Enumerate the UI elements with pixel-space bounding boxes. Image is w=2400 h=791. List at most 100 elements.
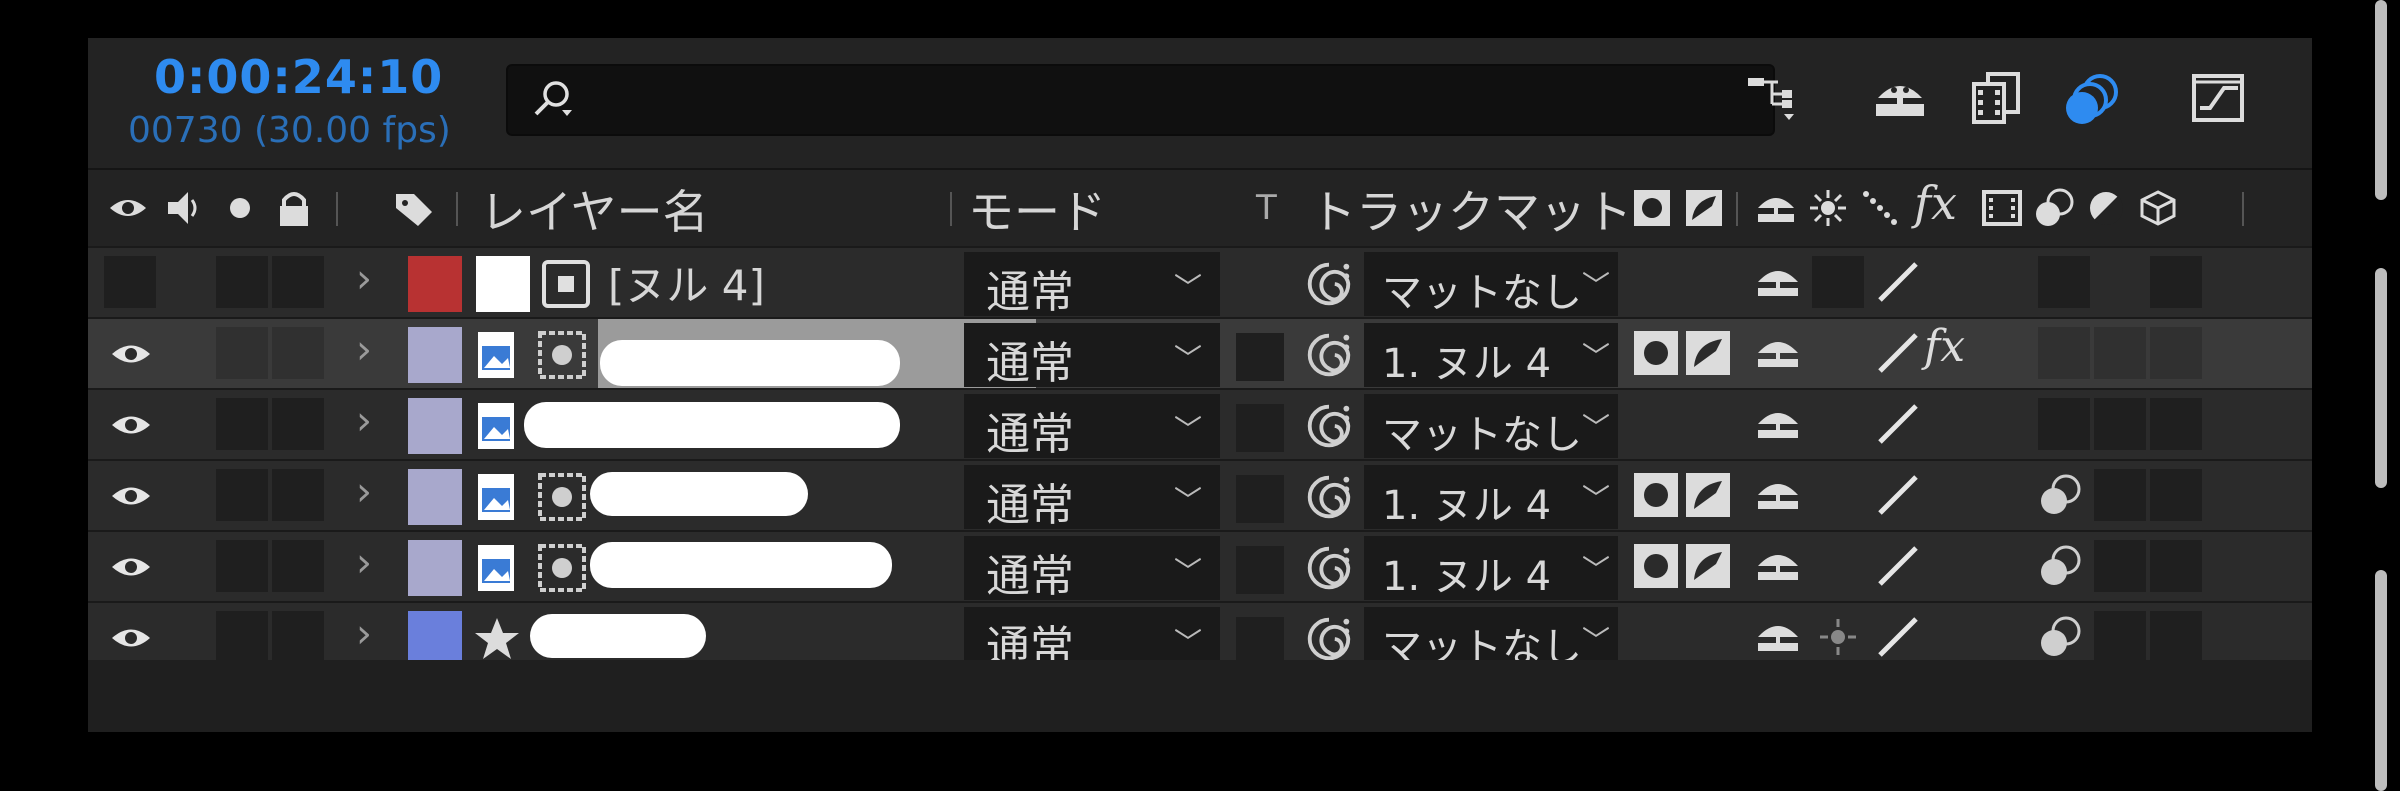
quality-slash-icon[interactable] <box>1874 542 1922 590</box>
expand-chevron-icon[interactable]: › <box>356 540 372 586</box>
shy-icon[interactable] <box>1754 471 1802 519</box>
quality-slash-icon[interactable] <box>1874 400 1922 448</box>
expand-chevron-icon[interactable]: › <box>356 398 372 444</box>
speaker-icon[interactable] <box>162 186 206 230</box>
audio-toggle[interactable] <box>216 469 268 521</box>
current-time-display[interactable]: 0:00:24:10 <box>154 50 443 104</box>
lock-toggle[interactable] <box>272 398 324 450</box>
parent-pick-whip-icon[interactable] <box>1302 540 1356 596</box>
column-divider[interactable] <box>1736 192 1738 226</box>
matte-invert-icon[interactable] <box>1682 186 1726 230</box>
shy-icon[interactable] <box>1754 542 1802 590</box>
blend-mode-dropdown[interactable]: 通常 ﹀ <box>964 323 1220 389</box>
shy-layers-icon[interactable] <box>1870 68 1930 128</box>
expand-chevron-icon[interactable]: › <box>356 469 372 515</box>
quality-slash-icon[interactable] <box>1874 258 1922 306</box>
preserve-transparency-toggle[interactable] <box>1236 475 1284 523</box>
fx-column-label[interactable]: fx <box>1914 176 1957 230</box>
blend-mode-dropdown[interactable]: 通常 ﹀ <box>964 536 1220 602</box>
scrollbar-thumb[interactable] <box>2375 268 2387 488</box>
3d-toggle[interactable] <box>2150 540 2202 592</box>
preserve-transparency-toggle[interactable] <box>1236 333 1284 381</box>
expand-chevron-icon[interactable]: › <box>356 611 372 657</box>
motion-blur-toggle[interactable] <box>2038 398 2090 450</box>
matte-alpha-icon[interactable] <box>1630 186 1674 230</box>
adjustment-toggle[interactable] <box>2094 469 2146 521</box>
adjustment-toggle[interactable] <box>2094 611 2146 663</box>
matte-alpha-icon[interactable] <box>1632 471 1680 519</box>
lock-toggle[interactable] <box>272 469 324 521</box>
3d-layer-icon[interactable] <box>2136 186 2180 230</box>
shy-icon[interactable] <box>1754 186 1798 230</box>
lock-toggle[interactable] <box>272 611 324 663</box>
frame-blending-icon[interactable] <box>1966 68 2026 128</box>
3d-toggle[interactable] <box>2150 469 2202 521</box>
layer-row[interactable]: › 通常 ﹀ マットなし ﹀ <box>88 388 2312 460</box>
composition-flowchart-icon[interactable] <box>1744 68 1804 128</box>
matte-alpha-icon[interactable] <box>1632 329 1680 377</box>
quality-slash-icon[interactable] <box>1858 186 1902 230</box>
track-matte-dropdown[interactable]: 1. ヌル 4 ﹀ <box>1364 536 1618 600</box>
motion-blur-toggle[interactable] <box>2038 327 2090 379</box>
layer-name[interactable]: [ヌル 4] <box>608 252 765 313</box>
visibility-eye-icon[interactable] <box>108 544 154 590</box>
quality-slash-icon[interactable] <box>1874 613 1922 661</box>
lock-icon[interactable] <box>272 186 316 230</box>
3d-toggle[interactable] <box>2150 327 2202 379</box>
matte-invert-icon[interactable] <box>1684 329 1732 377</box>
layer-row[interactable]: › 通常 ﹀ 1. ヌル 4 ﹀ fx <box>88 317 2312 389</box>
label-color-swatch[interactable] <box>408 256 462 312</box>
quality-slash-icon[interactable] <box>1874 471 1922 519</box>
collapse-toggle[interactable] <box>1812 256 1864 308</box>
lock-toggle[interactable] <box>272 256 324 308</box>
label-color-swatch[interactable] <box>408 469 462 525</box>
column-divider[interactable] <box>336 192 338 226</box>
motion-blur-toggle[interactable] <box>2038 256 2090 308</box>
3d-toggle[interactable] <box>2150 611 2202 663</box>
layer-row[interactable]: › 通常 ﹀ 1. ヌル 4 ﹀ <box>88 530 2312 602</box>
track-matte-dropdown[interactable]: マットなし ﹀ <box>1364 252 1618 316</box>
mode-column-label[interactable]: モード <box>968 176 1106 242</box>
visibility-eye-icon[interactable] <box>108 615 154 661</box>
visibility-toggle[interactable] <box>104 256 156 308</box>
label-color-swatch[interactable] <box>408 611 462 667</box>
adjustment-toggle[interactable] <box>2094 398 2146 450</box>
label-color-swatch[interactable] <box>408 327 462 383</box>
parent-pick-whip-icon[interactable] <box>1302 469 1356 525</box>
frame-blend-column-icon[interactable] <box>1980 186 2024 230</box>
lock-toggle[interactable] <box>272 327 324 379</box>
t-column-label[interactable]: T <box>1256 188 1277 228</box>
3d-toggle[interactable] <box>2150 398 2202 450</box>
parent-pick-whip-icon[interactable] <box>1302 327 1356 383</box>
matte-invert-icon[interactable] <box>1684 542 1732 590</box>
3d-toggle[interactable] <box>2150 256 2202 308</box>
matte-invert-icon[interactable] <box>1684 471 1732 519</box>
audio-toggle[interactable] <box>216 611 268 663</box>
visibility-eye-icon[interactable] <box>108 473 154 519</box>
shy-icon[interactable] <box>1754 613 1802 661</box>
adjustment-toggle[interactable] <box>2094 327 2146 379</box>
shy-icon[interactable] <box>1754 400 1802 448</box>
blend-mode-dropdown[interactable]: 通常 ﹀ <box>964 394 1220 460</box>
parent-pick-whip-icon[interactable] <box>1302 256 1356 312</box>
matte-alpha-icon[interactable] <box>1632 542 1680 590</box>
visibility-eye-icon[interactable] <box>108 402 154 448</box>
layer-row[interactable]: › [ヌル 4] 通常 ﹀ マットなし ﹀ <box>88 246 2312 318</box>
expand-chevron-icon[interactable]: › <box>356 327 372 373</box>
layer-row[interactable]: › 通常 ﹀ 1. ヌル 4 ﹀ <box>88 459 2312 531</box>
audio-toggle[interactable] <box>216 540 268 592</box>
sun-icon[interactable] <box>1814 613 1862 661</box>
track-matte-dropdown[interactable]: 1. ヌル 4 ﹀ <box>1364 465 1618 529</box>
column-divider[interactable] <box>2242 192 2244 226</box>
track-matte-dropdown[interactable]: 1. ヌル 4 ﹀ <box>1364 323 1618 387</box>
label-color-swatch[interactable] <box>408 540 462 596</box>
search-icon[interactable] <box>530 78 574 122</box>
audio-toggle[interactable] <box>216 327 268 379</box>
motion-blur-layer-icon[interactable] <box>2036 542 2084 590</box>
layer-name-column-label[interactable]: レイヤー名 <box>480 176 709 242</box>
motion-blur-column-icon[interactable] <box>2032 186 2076 230</box>
scrollbar-thumb[interactable] <box>2375 570 2387 791</box>
visibility-eye-icon[interactable] <box>108 331 154 377</box>
shy-icon[interactable] <box>1754 258 1802 306</box>
motion-blur-layer-icon[interactable] <box>2036 471 2084 519</box>
